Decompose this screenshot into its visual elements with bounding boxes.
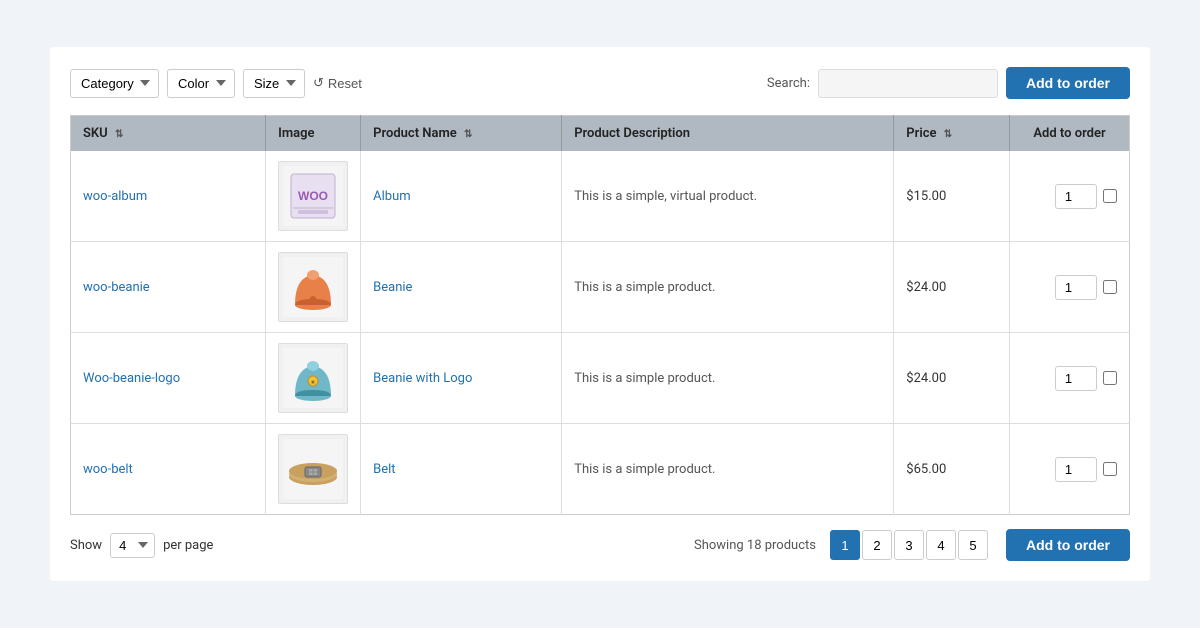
cell-name-3: Belt — [361, 424, 562, 515]
product-image-2: ★ — [278, 343, 348, 413]
col-product-name: Product Name ⇅ — [361, 116, 562, 152]
col-add-to-order: Add to order — [1010, 116, 1130, 152]
name-sort-icon[interactable]: ⇅ — [464, 129, 474, 140]
cell-description-1: This is a simple product. — [562, 242, 894, 333]
product-name-link-2[interactable]: Beanie with Logo — [373, 371, 472, 386]
add-to-order-button-bottom[interactable]: Add to order — [1006, 529, 1130, 561]
table-body: woo-album WOO Album This is a simple, vi… — [71, 151, 1130, 515]
color-filter[interactable]: Color — [167, 69, 235, 98]
products-table: SKU ⇅ Image Product Name ⇅ Product Descr… — [70, 115, 1130, 515]
cell-image-3 — [266, 424, 361, 515]
reset-icon: ↺ — [313, 75, 324, 91]
product-name-link-1[interactable]: Beanie — [373, 280, 412, 295]
show-label: Show — [70, 538, 102, 553]
cell-name-1: Beanie — [361, 242, 562, 333]
size-filter[interactable]: Size — [243, 69, 305, 98]
table-row: woo-beanie Beanie This is a simple produ… — [71, 242, 1130, 333]
table-row: woo-belt Belt This is a simple product. … — [71, 424, 1130, 515]
col-image: Image — [266, 116, 361, 152]
page-btn-3[interactable]: 3 — [894, 530, 924, 560]
cell-sku-2: Woo-beanie-logo — [71, 333, 266, 424]
cell-sku-0: woo-album — [71, 151, 266, 242]
table-row: woo-album WOO Album This is a simple, vi… — [71, 151, 1130, 242]
row-checkbox-2[interactable] — [1103, 371, 1117, 385]
price-sort-icon[interactable]: ⇅ — [944, 129, 954, 140]
qty-input-1[interactable] — [1055, 275, 1097, 300]
svg-text:WOO: WOO — [298, 189, 328, 203]
product-name-link-3[interactable]: Belt — [373, 462, 395, 477]
cell-image-2: ★ — [266, 333, 361, 424]
showing-label: Showing 18 products — [694, 538, 816, 553]
qty-input-3[interactable] — [1055, 457, 1097, 482]
cell-description-2: This is a simple product. — [562, 333, 894, 424]
add-to-order-button-top[interactable]: Add to order — [1006, 67, 1130, 99]
category-filter[interactable]: Category — [70, 69, 159, 98]
cell-image-0: WOO — [266, 151, 361, 242]
per-page-label: per page — [163, 538, 213, 553]
table-header: SKU ⇅ Image Product Name ⇅ Product Descr… — [71, 116, 1130, 152]
col-price: Price ⇅ — [894, 116, 1010, 152]
page-btn-5[interactable]: 5 — [958, 530, 988, 560]
search-label: Search: — [767, 76, 810, 91]
product-image-1 — [278, 252, 348, 322]
cell-price-2: $24.00 — [894, 333, 1010, 424]
row-checkbox-3[interactable] — [1103, 462, 1117, 476]
page-btn-2[interactable]: 2 — [862, 530, 892, 560]
toolbar: Category Color Size ↺ Reset Search: Add … — [70, 67, 1130, 99]
cell-image-1 — [266, 242, 361, 333]
cell-description-0: This is a simple, virtual product. — [562, 151, 894, 242]
page-btn-4[interactable]: 4 — [926, 530, 956, 560]
sku-link-1[interactable]: woo-beanie — [83, 280, 150, 295]
cell-description-3: This is a simple product. — [562, 424, 894, 515]
product-image-3 — [278, 434, 348, 504]
cell-add-3 — [1010, 424, 1130, 515]
cell-add-2 — [1010, 333, 1130, 424]
footer: Show 4 8 12 per page Showing 18 products… — [70, 529, 1130, 561]
sku-link-2[interactable]: Woo-beanie-logo — [83, 371, 180, 386]
qty-input-0[interactable] — [1055, 184, 1097, 209]
product-image-0: WOO — [278, 161, 348, 231]
col-sku: SKU ⇅ — [71, 116, 266, 152]
qty-checkbox-group-2 — [1022, 366, 1117, 391]
reset-button[interactable]: ↺ Reset — [313, 75, 362, 91]
product-name-link-0[interactable]: Album — [373, 189, 411, 204]
svg-text:★: ★ — [310, 379, 315, 386]
col-description: Product Description — [562, 116, 894, 152]
sku-link-3[interactable]: woo-belt — [83, 462, 133, 477]
sku-sort-icon[interactable]: ⇅ — [115, 129, 125, 140]
cell-price-1: $24.00 — [894, 242, 1010, 333]
qty-checkbox-group-3 — [1022, 457, 1117, 482]
pagination: 12345 — [830, 530, 988, 560]
table-row: Woo-beanie-logo ★ Beanie with Logo This … — [71, 333, 1130, 424]
reset-label: Reset — [328, 76, 362, 91]
qty-input-2[interactable] — [1055, 366, 1097, 391]
cell-price-0: $15.00 — [894, 151, 1010, 242]
qty-checkbox-group-1 — [1022, 275, 1117, 300]
per-page-select[interactable]: 4 8 12 — [110, 533, 155, 558]
cell-sku-1: woo-beanie — [71, 242, 266, 333]
cell-name-2: Beanie with Logo — [361, 333, 562, 424]
page-btn-1[interactable]: 1 — [830, 530, 860, 560]
main-container: Category Color Size ↺ Reset Search: Add … — [50, 47, 1150, 581]
cell-add-0 — [1010, 151, 1130, 242]
sku-link-0[interactable]: woo-album — [83, 189, 147, 204]
cell-name-0: Album — [361, 151, 562, 242]
cell-sku-3: woo-belt — [71, 424, 266, 515]
search-input[interactable] — [818, 69, 998, 98]
row-checkbox-0[interactable] — [1103, 189, 1117, 203]
qty-checkbox-group-0 — [1022, 184, 1117, 209]
cell-price-3: $65.00 — [894, 424, 1010, 515]
row-checkbox-1[interactable] — [1103, 280, 1117, 294]
cell-add-1 — [1010, 242, 1130, 333]
